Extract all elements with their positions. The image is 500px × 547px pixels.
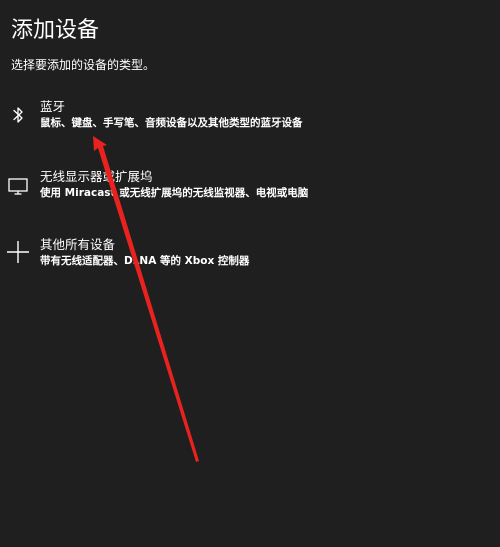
option-wireless-display-title: 无线显示器或扩展坞 <box>40 169 153 184</box>
option-bluetooth-title: 蓝牙 <box>40 99 66 114</box>
add-device-dialog: 添加设备 选择要添加的设备的类型。 蓝牙 鼠标、键盘、手写笔、音频设备以及其他类… <box>0 0 500 547</box>
bluetooth-icon <box>6 103 30 127</box>
option-wireless-display[interactable]: 无线显示器或扩展坞 使用 Miracast 或无线扩展坞的无线监视器、电视或电脑 <box>0 169 500 217</box>
page-subtitle: 选择要添加的设备的类型。 <box>11 58 156 72</box>
option-bluetooth-description: 鼠标、键盘、手写笔、音频设备以及其他类型的蓝牙设备 <box>40 117 303 129</box>
plus-icon <box>6 240 30 264</box>
option-everything-else-description: 带有无线适配器、DLNA 等的 Xbox 控制器 <box>40 255 250 267</box>
page-title: 添加设备 <box>11 18 100 43</box>
option-bluetooth[interactable]: 蓝牙 鼠标、键盘、手写笔、音频设备以及其他类型的蓝牙设备 <box>0 99 500 147</box>
option-wireless-display-description: 使用 Miracast 或无线扩展坞的无线监视器、电视或电脑 <box>40 187 309 199</box>
monitor-icon <box>6 173 30 197</box>
option-everything-else-title: 其他所有设备 <box>40 237 116 252</box>
option-everything-else[interactable]: 其他所有设备 带有无线适配器、DLNA 等的 Xbox 控制器 <box>0 237 500 285</box>
